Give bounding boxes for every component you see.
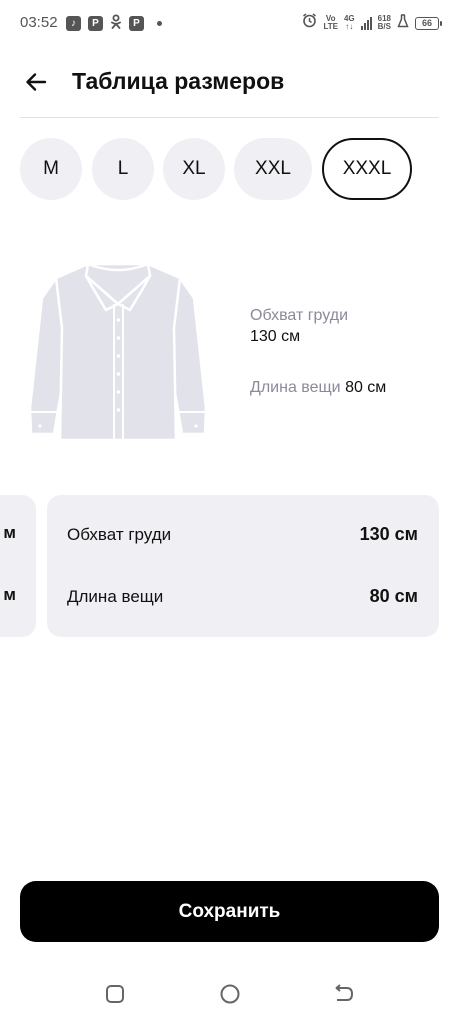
card-chest-value: 130 см xyxy=(359,524,418,544)
arrow-left-icon xyxy=(26,73,47,91)
size-measurements-card[interactable]: Обхват груди 130 см Длина вещи 80 см xyxy=(47,495,439,637)
status-bar: 03:52 ♪ P P Vo LTE 4G ↑↓ 618 B/S 66 xyxy=(0,0,459,44)
length-row: Длина вещи 80 см xyxy=(250,379,386,397)
previous-card-length-value: м xyxy=(3,585,16,604)
network-speed: 618 B/S xyxy=(378,15,391,31)
size-selector: M L XL XXL XXXL xyxy=(20,138,439,200)
music-app-icon: ♪ xyxy=(66,15,81,31)
card-length-value: 80 см xyxy=(369,586,418,606)
parking-app-icon: P xyxy=(88,15,103,31)
network-activity: ↑↓ xyxy=(345,22,354,31)
volte-bottom: LTE xyxy=(323,22,338,31)
size-chip-l[interactable]: L xyxy=(92,138,154,200)
volte-icon: Vo LTE xyxy=(323,15,338,31)
speed-unit: B/S xyxy=(377,22,391,31)
header: Таблица размеров xyxy=(0,60,459,104)
previous-size-card[interactable]: м м xyxy=(0,495,36,637)
status-time: 03:52 xyxy=(20,14,58,31)
more-notifications-icon xyxy=(157,20,162,26)
shirt-illustration xyxy=(28,258,208,444)
size-chip-xxxl[interactable]: XXXL xyxy=(322,138,412,200)
chest-value: 130 см xyxy=(250,328,301,345)
card-length-label: Длина вещи xyxy=(67,587,164,606)
recent-apps-icon xyxy=(106,985,124,1003)
previous-card-chest-value: м xyxy=(3,523,16,542)
chest-label: Обхват груди xyxy=(250,307,349,324)
alarm-icon xyxy=(302,13,317,33)
back-nav-button[interactable] xyxy=(332,982,356,1006)
header-divider xyxy=(20,117,439,118)
length-label: Длина вещи xyxy=(250,379,341,396)
size-chip-xxl[interactable]: XXL xyxy=(234,138,312,200)
recent-apps-button[interactable] xyxy=(103,982,127,1006)
network-type-icon: 4G ↑↓ xyxy=(344,15,355,31)
back-button[interactable] xyxy=(20,66,52,98)
notification-icons: ♪ P P xyxy=(66,14,162,32)
home-icon xyxy=(220,984,240,1004)
battery-icon: 66 xyxy=(415,16,442,30)
length-value: 80 см xyxy=(345,379,387,396)
home-button[interactable] xyxy=(218,982,242,1006)
shirt-icon xyxy=(28,262,208,442)
size-chip-xl[interactable]: XL xyxy=(163,138,225,200)
system-icons: Vo LTE 4G ↑↓ 618 B/S 66 xyxy=(302,13,442,33)
system-nav-bar xyxy=(0,970,459,1016)
parking-app-icon: P xyxy=(129,15,144,31)
card-chest-label: Обхват груди xyxy=(67,525,172,544)
page-title: Таблица размеров xyxy=(72,68,285,94)
back-icon xyxy=(335,984,354,1001)
odnoklassniki-icon xyxy=(110,14,122,32)
save-button[interactable]: Сохранить xyxy=(20,881,439,942)
size-chip-m[interactable]: M xyxy=(20,138,82,200)
signal-icon xyxy=(360,16,372,30)
flask-icon xyxy=(397,13,409,33)
